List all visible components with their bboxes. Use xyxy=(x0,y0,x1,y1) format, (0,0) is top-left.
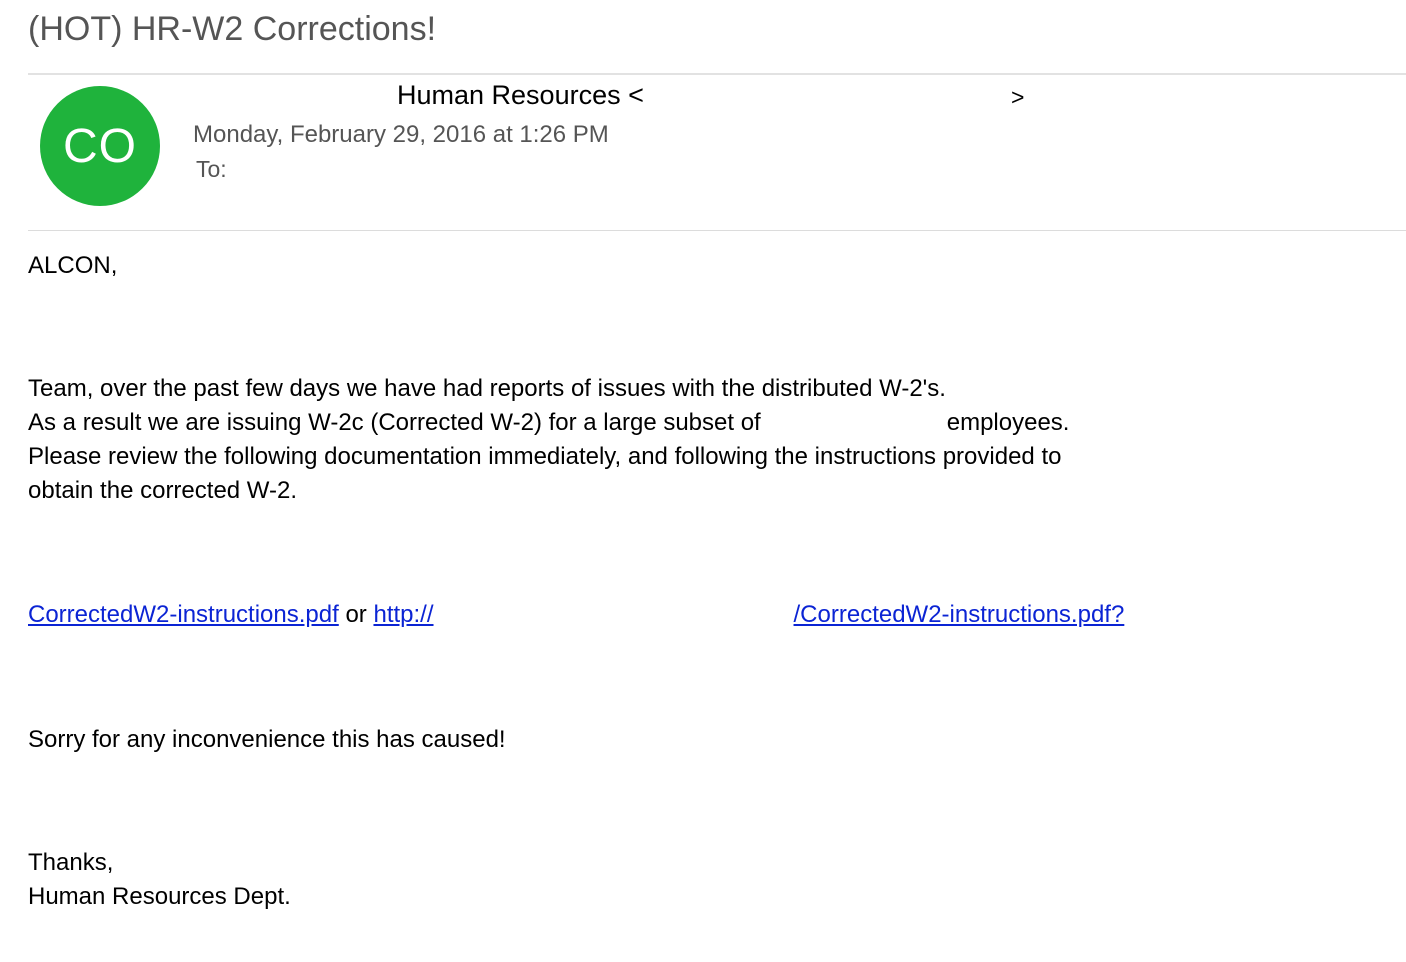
message-line: As a result we are issuing W-2c (Correct… xyxy=(28,406,1069,440)
greeting: ALCON, xyxy=(28,252,118,279)
message-line: obtain the corrected W-2. xyxy=(28,477,298,504)
message-line-part: As a result we are issuing W-2c (Correct… xyxy=(28,409,761,436)
thanks-line: Thanks, xyxy=(28,849,114,876)
email-subject: (HOT) HR-W2 Corrections! xyxy=(28,10,437,48)
sender-name[interactable]: Human Resources < xyxy=(397,80,644,111)
sender-avatar: CO xyxy=(40,86,160,206)
recipient-label: To: xyxy=(196,156,227,182)
message-line-part: employees. xyxy=(946,409,1070,436)
links-line: CorrectedW2-instructions.pdf or http:// /… xyxy=(28,598,1124,632)
avatar-initials: CO xyxy=(63,119,137,173)
message-line: Team, over the past few days we have had… xyxy=(28,375,946,402)
body-divider xyxy=(28,230,1406,231)
sent-date: Monday, February 29, 2016 at 1:26 PM xyxy=(193,121,609,148)
sign-off: Thanks, Human Resources Dept. xyxy=(28,846,291,914)
message-line: Please review the following documentatio… xyxy=(28,443,1062,470)
instructions-pdf-link[interactable]: CorrectedW2-instructions.pdf xyxy=(28,601,339,628)
redacted-url xyxy=(434,598,794,622)
url-end: /CorrectedW2-instructions.pdf? xyxy=(793,601,1125,628)
header-divider xyxy=(28,73,1406,75)
signature-line: Human Resources Dept. xyxy=(28,883,291,910)
url-start: http:// xyxy=(373,601,434,628)
instructions-url-link[interactable]: http:// /CorrectedW2-instructions.pdf? xyxy=(373,601,1124,628)
message-paragraph: Team, over the past few days we have had… xyxy=(28,372,1069,508)
sender-address-close: > xyxy=(1011,84,1025,110)
apology-line: Sorry for any inconvenience this has cau… xyxy=(28,726,506,753)
link-separator: or xyxy=(338,601,374,628)
